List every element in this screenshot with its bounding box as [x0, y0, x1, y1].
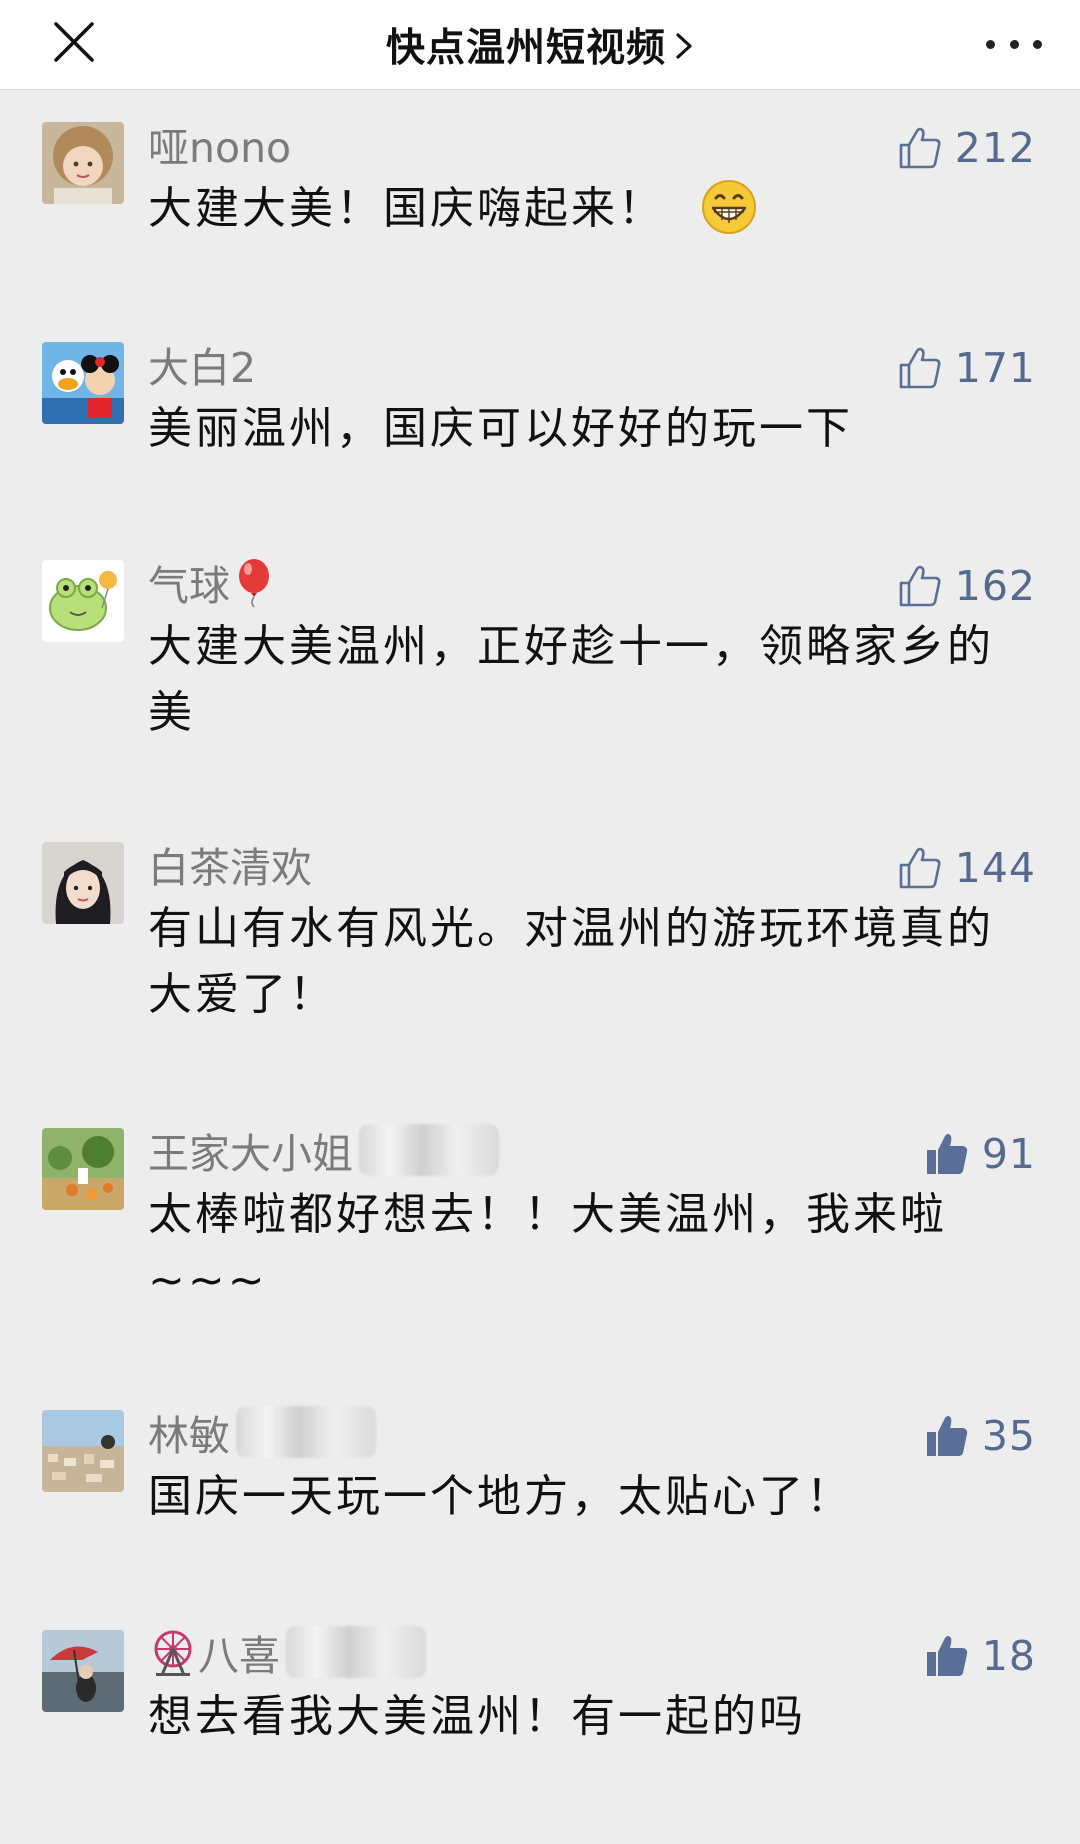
avatar[interactable] — [42, 1410, 124, 1492]
redacted-name-blur — [359, 1124, 499, 1176]
username[interactable]: 林敏 — [148, 1404, 376, 1460]
like-button[interactable]: 18 — [924, 1628, 1036, 1684]
comment-text: 大建大美！国庆嗨起来！ — [148, 176, 1028, 242]
balloon-icon — [239, 559, 269, 608]
like-count: 35 — [981, 1412, 1036, 1460]
like-button[interactable]: 212 — [897, 120, 1036, 176]
comment-text: 美丽温州，国庆可以好好的玩一下 — [148, 403, 853, 454]
like-count: 144 — [954, 844, 1036, 892]
more-dot — [1009, 39, 1019, 49]
like-count: 91 — [981, 1130, 1036, 1178]
username[interactable]: 哑nono — [148, 116, 291, 172]
username[interactable]: 白茶清欢 — [148, 836, 312, 892]
grinning-face-icon — [702, 180, 756, 234]
thumbs-up-outline-icon — [899, 347, 941, 389]
like-button[interactable]: 162 — [897, 558, 1036, 614]
avatar[interactable] — [42, 122, 124, 204]
redacted-name-blur — [286, 1626, 426, 1678]
avatar[interactable] — [42, 560, 124, 642]
username[interactable]: 八喜 — [148, 1624, 426, 1680]
comment-text: 大建大美温州，正好趁十一，领略家乡的美 — [148, 621, 994, 738]
avatar[interactable] — [42, 1128, 124, 1210]
username[interactable]: 大白2 — [148, 336, 256, 392]
more-dot — [986, 39, 995, 49]
thumbs-up-filled-icon — [926, 1416, 967, 1456]
like-button[interactable]: 91 — [924, 1126, 1036, 1182]
like-count: 162 — [954, 562, 1036, 610]
thumbs-up-filled-icon — [926, 1636, 967, 1676]
account-title-link[interactable]: 快点温州短视频 — [0, 0, 1080, 90]
username[interactable]: 王家大小姐 — [148, 1122, 499, 1178]
top-bar: 快点温州短视频 — [0, 0, 1080, 90]
comment-text: 国庆一天玩一个地方，太贴心了！ — [148, 1471, 853, 1522]
redacted-name-blur — [236, 1406, 376, 1458]
comment-text: 太棒啦都好想去！！大美温州，我来啦~~~ — [148, 1189, 947, 1306]
avatar[interactable] — [42, 342, 124, 424]
thumbs-up-outline-icon — [899, 847, 941, 889]
more-options-button[interactable] — [986, 22, 1042, 66]
like-button[interactable]: 171 — [897, 340, 1036, 396]
thumbs-up-outline-icon — [899, 565, 941, 607]
username[interactable]: 气球 — [148, 554, 278, 610]
more-dot — [1033, 39, 1042, 49]
thumbs-up-filled-icon — [926, 1134, 967, 1174]
avatar[interactable] — [42, 842, 124, 924]
comment-text: 想去看我大美温州！有一起的吗 — [148, 1691, 806, 1742]
thumbs-up-outline-icon — [899, 127, 941, 169]
like-count: 18 — [981, 1632, 1036, 1680]
chevron-right-icon — [676, 33, 692, 59]
avatar[interactable] — [42, 1630, 124, 1712]
comment-text: 有山有水有风光。对温州的游玩环境真的大爱了！ — [148, 903, 994, 1020]
page-title: 快点温州短视频 — [385, 26, 666, 71]
like-count: 212 — [954, 124, 1036, 172]
like-count: 171 — [954, 344, 1036, 392]
like-button[interactable]: 35 — [924, 1408, 1036, 1464]
ferris-wheel-icon — [154, 1630, 192, 1676]
like-button[interactable]: 144 — [897, 840, 1036, 896]
